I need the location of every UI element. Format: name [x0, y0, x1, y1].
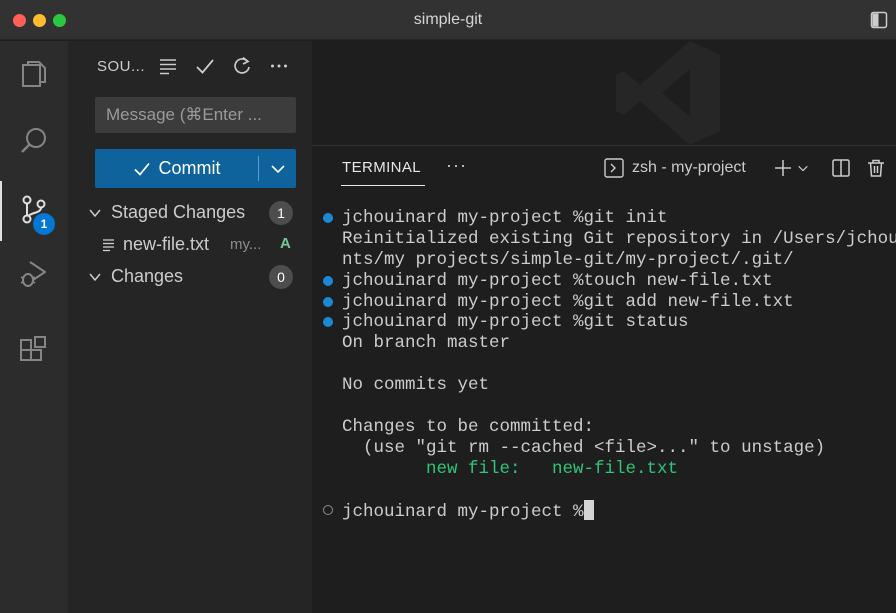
source-control-badge: 1 [33, 213, 55, 235]
terminal-line-text: jchouinard my-project % [342, 502, 584, 523]
terminal-line-text: On branch master [342, 333, 511, 354]
file-lines-icon [103, 239, 114, 252]
terminal-line-text: jchouinard my-project %touch new-file.tx… [342, 270, 773, 291]
terminal-line-text: new file: new-file.txt [342, 458, 679, 479]
pending-command-decoration-icon[interactable] [323, 505, 333, 516]
activity-search[interactable] [0, 109, 68, 173]
staged-changes-group[interactable]: Staged Changes 1 [68, 199, 312, 227]
staged-file-dir: my... [230, 236, 262, 253]
editor-area [312, 41, 896, 145]
terminal-selector[interactable]: zsh - my-project [632, 159, 746, 177]
chevron-down-icon [89, 273, 101, 282]
activity-explorer[interactable] [0, 41, 68, 105]
extensions-icon [20, 336, 46, 361]
terminal-line: nts/my projects/simple-git/my-project/.g… [342, 250, 896, 271]
terminal-line-text: No commits yet [342, 375, 490, 396]
title-bar: simple-git [0, 0, 896, 40]
commit-message-input[interactable] [95, 97, 296, 133]
split-terminal-icon[interactable] [830, 157, 852, 179]
command-decoration-icon[interactable] [323, 275, 333, 286]
check-icon [133, 162, 150, 176]
terminal-line: Reinitialized existing Git repository in… [342, 229, 896, 250]
terminal-dropdown-chevron-icon[interactable] [796, 157, 810, 179]
terminal-line-text: jchouinard my-project %git init [342, 208, 668, 228]
changes-label: Changes [111, 266, 184, 286]
terminal-line: jchouinard my-project %git init [323, 208, 896, 229]
terminal-line: On branch master [342, 333, 896, 354]
terminal-line-text: Reinitialized existing Git repository in… [342, 228, 896, 249]
window-title: simple-git [413, 11, 483, 28]
chevron-down-icon [89, 209, 101, 218]
terminal-line: jchouinard my-project %touch new-file.tx… [323, 270, 896, 292]
chevron-down-icon [270, 164, 285, 173]
activity-extensions[interactable] [0, 319, 68, 383]
more-actions-icon[interactable] [268, 55, 290, 77]
staged-count-badge: 1 [269, 201, 293, 225]
terminal-panel: TERMINAL ··· zsh - my-project jchouinard… [312, 146, 896, 613]
activity-run-debug[interactable] [0, 241, 68, 305]
commit-dropdown-button[interactable] [259, 149, 296, 188]
new-terminal-icon[interactable] [772, 157, 794, 179]
terminal-line-text: Changes to be committed: [342, 416, 595, 437]
terminal-cursor [583, 500, 594, 521]
terminal-line-text: jchouinard my-project %git status [342, 312, 689, 333]
active-tab-indicator [341, 185, 425, 186]
staged-file-item[interactable]: new-file.txt my... A [68, 231, 312, 259]
terminal-line: new file: new-file.txt [342, 459, 896, 480]
toggle-sidebar-icon[interactable] [870, 11, 888, 29]
commit-check-icon[interactable] [194, 55, 216, 77]
commit-button-label: Commit [158, 158, 221, 178]
terminal-line: jchouinard my-project %git status [323, 312, 896, 333]
run-debug-icon [20, 261, 46, 287]
refresh-icon[interactable] [231, 55, 253, 77]
view-as-list-icon[interactable] [157, 55, 179, 77]
terminal-line-text: (use "git rm --cached <file>..." to unst… [342, 437, 826, 458]
files-icon [22, 61, 46, 87]
terminal-line: (use "git rm --cached <file>..." to unst… [342, 438, 896, 459]
search-icon [21, 128, 46, 153]
command-decoration-icon[interactable] [323, 296, 333, 307]
commit-button[interactable]: Commit [95, 149, 258, 188]
vscode-logo-watermark-icon [616, 41, 720, 145]
terminal-line: jchouinard my-project %git add new-file.… [323, 291, 896, 313]
staged-file-status: A [280, 235, 291, 252]
sidebar-header: SOU... [68, 41, 312, 91]
kill-terminal-trash-icon[interactable] [865, 157, 887, 179]
staged-file-name: new-file.txt [123, 234, 210, 254]
command-decoration-icon[interactable] [323, 213, 333, 223]
changes-group[interactable]: Changes 0 [68, 263, 312, 291]
staged-changes-label: Staged Changes [111, 202, 246, 222]
terminal-shell-icon [604, 158, 624, 178]
terminal-line: jchouinard my-project % [323, 500, 896, 523]
command-decoration-icon[interactable] [323, 317, 333, 328]
terminal-line: Changes to be committed: [342, 417, 896, 438]
panel-more-tabs[interactable]: ··· [446, 155, 467, 176]
changes-count-badge: 0 [269, 265, 293, 289]
terminal-line: No commits yet [342, 375, 896, 396]
terminal-line-text: jchouinard my-project %git add new-file.… [342, 291, 794, 312]
tab-terminal[interactable]: TERMINAL [342, 159, 421, 176]
terminal-line-text: nts/my projects/simple-git/my-project/.g… [342, 249, 794, 270]
source-control-sidebar: SOU... Commit Staged Changes 1 new-file.… [68, 41, 312, 613]
activity-source-control[interactable]: 1 [0, 177, 68, 241]
terminal-output[interactable]: jchouinard my-project %git init Reinitial… [323, 208, 896, 523]
activity-bar: 1 [0, 41, 68, 613]
sidebar-title: SOU... [97, 58, 146, 75]
